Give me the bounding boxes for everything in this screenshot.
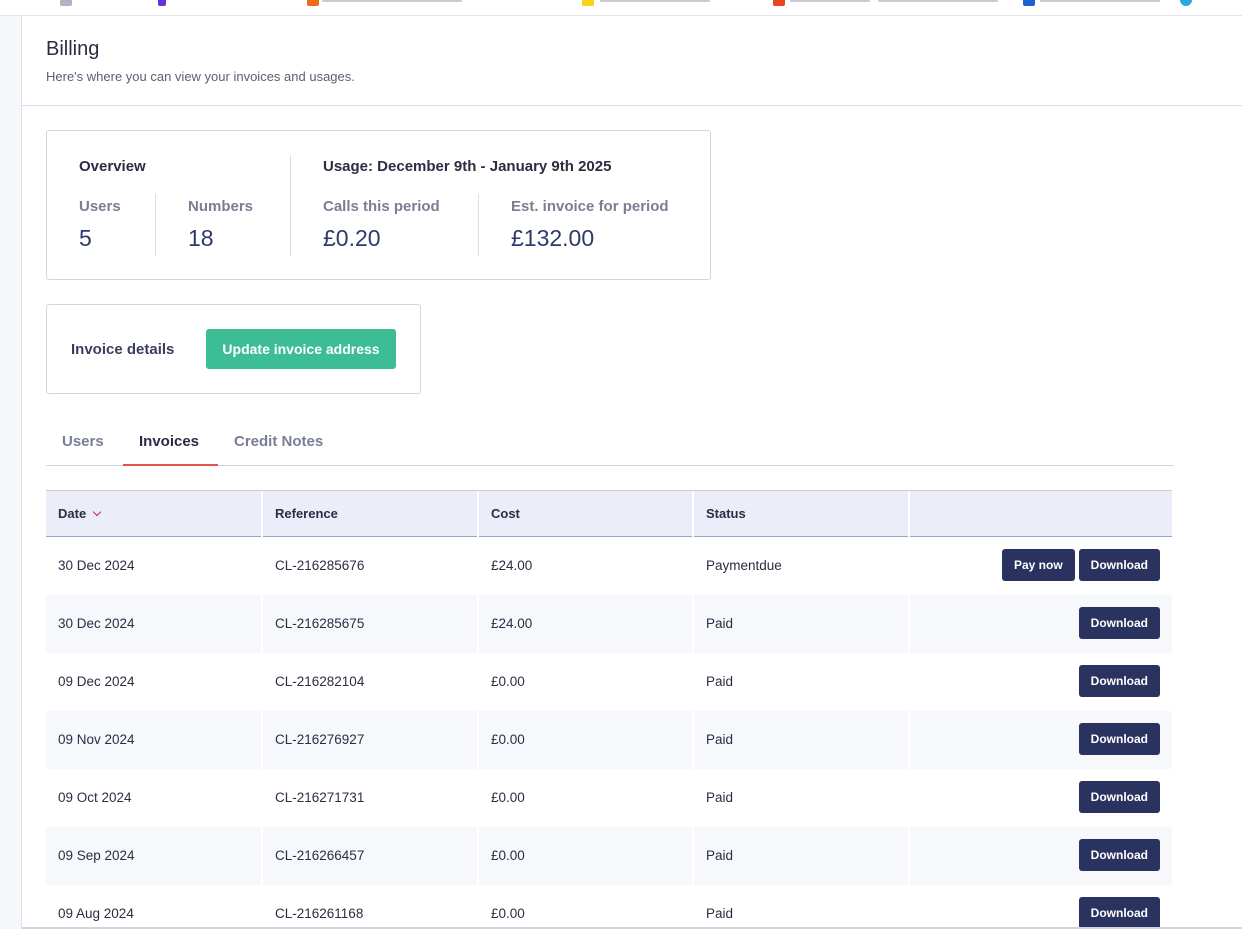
est-invoice-value: £132.00 [511, 225, 595, 251]
active-tab-indicator [123, 464, 218, 466]
cost-cell: £0.00 [491, 732, 525, 747]
reference-cell: CL-216266457 [275, 848, 365, 863]
row-actions: Download [1078, 839, 1160, 871]
bookmark-favicon[interactable] [773, 0, 785, 6]
column-header-label: Date [58, 506, 87, 521]
cost-cell: £0.00 [491, 790, 525, 805]
table-row: 30 Dec 2024 CL-216285675 £24.00 Paid Dow… [46, 595, 1172, 653]
column-header-cost: Cost [479, 491, 694, 537]
download-button[interactable]: Download [1078, 723, 1160, 755]
divider [290, 155, 291, 256]
left-sidebar [0, 16, 22, 929]
invoice-details-label: Invoice details [71, 341, 175, 358]
status-cell: Paid [706, 732, 734, 747]
tab-credit-notes[interactable]: Credit Notes [234, 433, 323, 450]
row-actions: Download [1078, 897, 1160, 929]
reference-cell: CL-216261168 [275, 906, 364, 921]
download-button[interactable]: Download [1078, 607, 1160, 639]
column-header-status: Status [694, 491, 910, 537]
date-cell: 09 Oct 2024 [58, 790, 132, 805]
calls-value: £0.20 [323, 225, 381, 251]
download-button[interactable]: Download [1078, 665, 1160, 697]
overview-card: Overview Users 5 Numbers 18 Usage: Decem… [46, 130, 711, 280]
usage-heading: Usage: December 9th - January 9th 2025 [323, 158, 612, 175]
column-header-reference: Reference [263, 491, 479, 537]
date-cell: 30 Dec 2024 [58, 558, 135, 573]
page-title: Billing [46, 38, 100, 60]
users-value: 5 [79, 225, 92, 251]
table-row: 09 Oct 2024 CL-216271731 £0.00 Paid Down… [46, 769, 1172, 827]
numbers-value: 18 [188, 225, 214, 251]
update-invoice-address-button[interactable]: Update invoice address [206, 329, 396, 369]
status-cell: Paid [706, 906, 734, 921]
invoice-details-card: Invoice details Update invoice address [46, 304, 421, 394]
cost-cell: £0.00 [491, 848, 525, 863]
divider [155, 194, 156, 256]
cost-cell: £0.00 [491, 674, 525, 689]
date-cell: 30 Dec 2024 [58, 616, 135, 631]
calls-label: Calls this period [323, 198, 440, 215]
est-invoice-label: Est. invoice for period [511, 198, 669, 215]
status-cell: Paid [706, 848, 734, 863]
table-row: 30 Dec 2024 CL-216285676 £24.00 Paymentd… [46, 537, 1172, 595]
chevron-down-icon [92, 507, 102, 517]
reference-cell: CL-216271731 [275, 790, 365, 805]
page-subtitle: Here's where you can view your invoices … [46, 69, 355, 84]
billing-tabs: Users Invoices Credit Notes [46, 420, 1174, 466]
table-row: 09 Sep 2024 CL-216266457 £0.00 Paid Down… [46, 827, 1172, 885]
overview-heading: Overview [79, 158, 146, 175]
bookmark-favicon[interactable] [1180, 0, 1192, 6]
table-row: 09 Dec 2024 CL-216282104 £0.00 Paid Down… [46, 653, 1172, 711]
row-actions: Download [1078, 665, 1160, 697]
row-actions: Pay now Download [1001, 549, 1160, 581]
bookmark-favicon[interactable] [60, 0, 72, 6]
reference-cell: CL-216282104 [275, 674, 365, 689]
reference-cell: CL-216276927 [275, 732, 365, 747]
date-cell: 09 Sep 2024 [58, 848, 135, 863]
date-cell: 09 Nov 2024 [58, 732, 135, 747]
status-cell: Paymentdue [706, 558, 782, 573]
download-button[interactable]: Download [1078, 549, 1160, 581]
row-actions: Download [1078, 781, 1160, 813]
table-header: Date Reference Cost Status [46, 490, 1172, 537]
status-cell: Paid [706, 790, 734, 805]
bookmark-favicon[interactable] [1023, 0, 1035, 6]
page-header: Billing Here's where you can view your i… [22, 16, 1242, 106]
table-row: 09 Nov 2024 CL-216276927 £0.00 Paid Down… [46, 711, 1172, 769]
row-actions: Download [1078, 723, 1160, 755]
download-button[interactable]: Download [1078, 839, 1160, 871]
table-row: 09 Aug 2024 CL-216261168 £0.00 Paid Down… [46, 885, 1172, 929]
tab-invoices[interactable]: Invoices [139, 433, 199, 450]
column-header-actions [910, 491, 1172, 537]
date-cell: 09 Dec 2024 [58, 674, 135, 689]
reference-cell: CL-216285675 [275, 616, 365, 631]
pay-now-button[interactable]: Pay now [1001, 549, 1075, 581]
tab-users[interactable]: Users [62, 433, 104, 450]
column-header-date[interactable]: Date [46, 491, 263, 537]
reference-cell: CL-216285676 [275, 558, 365, 573]
date-cell: 09 Aug 2024 [58, 906, 134, 921]
status-cell: Paid [706, 674, 734, 689]
bookmark-favicon[interactable] [307, 0, 319, 6]
status-cell: Paid [706, 616, 734, 631]
numbers-label: Numbers [188, 198, 254, 215]
divider [478, 194, 479, 256]
download-button[interactable]: Download [1078, 897, 1160, 929]
bookmark-favicon[interactable] [158, 0, 166, 6]
invoices-table: Date Reference Cost Status 30 Dec 2024 C… [46, 490, 1172, 929]
bookmarks-bar [0, 0, 1242, 16]
row-actions: Download [1078, 607, 1160, 639]
cost-cell: £0.00 [491, 906, 525, 921]
download-button[interactable]: Download [1078, 781, 1160, 813]
users-label: Users [79, 198, 121, 215]
bookmark-favicon[interactable] [582, 0, 594, 6]
cost-cell: £24.00 [491, 558, 533, 573]
cost-cell: £24.00 [491, 616, 533, 631]
